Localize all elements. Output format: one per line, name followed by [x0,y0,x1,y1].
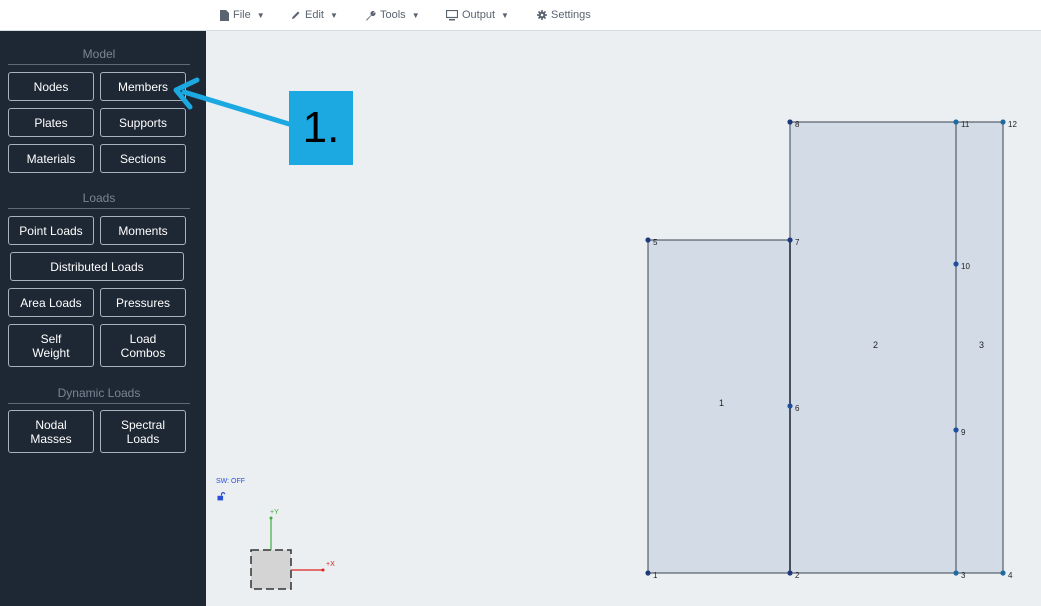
node-label: 9 [961,428,966,437]
node-12[interactable] [1000,119,1006,125]
plate-3[interactable] [955,121,1004,574]
node-7[interactable] [787,237,793,243]
self-weight-button[interactable]: Self Weight [8,324,94,367]
wrench-icon [366,10,376,21]
top-menu-bar: File ▼ Edit ▼ Tools ▼ Output ▼ Settings [0,0,1041,31]
axis-x-label: +X [326,561,335,568]
node-1[interactable] [645,570,651,576]
materials-button[interactable]: Materials [8,144,94,173]
self-weight-label-line1: Self [40,331,62,346]
monitor-icon [446,9,458,20]
area-loads-button[interactable]: Area Loads [8,288,94,317]
divider [8,208,190,209]
node-label: 2 [795,571,800,580]
node-label: 10 [961,262,970,271]
nodes-button[interactable]: Nodes [8,72,94,101]
menu-edit-label: Edit [305,9,324,21]
chevron-down-icon: ▼ [411,10,420,20]
axis-gizmo-box [250,549,292,590]
load-combos-button[interactable]: Load Combos [100,324,186,367]
section-title-dynamic-loads: Dynamic Loads [57,386,141,400]
load-combos-label-line1: Load [129,331,157,346]
node-label: 4 [1008,571,1013,580]
self-weight-status: SW: OFF [216,478,246,485]
node-label: 7 [795,238,800,247]
sections-button[interactable]: Sections [100,144,186,173]
menu-settings-label: Settings [551,9,591,21]
divider [8,403,190,404]
distributed-loads-button[interactable]: Distributed Loads [10,252,184,281]
menu-tools[interactable]: Tools ▼ [365,7,420,23]
menu-edit[interactable]: Edit ▼ [291,7,338,23]
node-label: 11 [961,120,970,129]
axis-x-tip [321,568,325,572]
node-11[interactable] [953,119,959,125]
section-title-model: Model [82,47,116,61]
point-loads-button[interactable]: Point Loads [8,216,94,245]
gear-icon [537,10,547,20]
plate-1[interactable] [647,239,791,574]
plate-label: 3 [979,340,984,350]
spectral-loads-label-line2: Loads [126,431,160,446]
spectral-loads-label-line1: Spectral [120,417,166,432]
step-callout-badge: 1. [289,91,353,165]
sidebar: Model Nodes Members Plates Supports Mate… [0,31,206,606]
members-button[interactable]: Members [100,72,186,101]
divider [8,64,190,65]
nodal-masses-label-line2: Masses [30,431,72,446]
menu-file-label: File [233,9,251,21]
pressures-button[interactable]: Pressures [100,288,186,317]
self-weight-label-line2: Weight [32,345,70,360]
file-icon [220,9,229,21]
node-label: 3 [961,571,966,580]
plate-2[interactable] [789,121,957,574]
pencil-icon [292,11,300,19]
nodal-masses-label-line1: Nodal [35,417,67,432]
unlock-icon[interactable] [217,492,226,501]
menu-settings[interactable]: Settings [537,7,591,23]
chevron-down-icon: ▼ [256,10,265,20]
node-3[interactable] [953,570,959,576]
menu-tools-label: Tools [380,9,406,21]
node-label: 6 [795,404,800,413]
node-label: 5 [653,238,658,247]
node-2[interactable] [787,570,793,576]
plate-label: 1 [719,398,724,408]
section-title-loads: Loads [82,191,116,205]
plate-label: 2 [873,340,878,350]
plates-button[interactable]: Plates [8,108,94,137]
spectral-loads-button[interactable]: Spectral Loads [100,410,186,453]
node-4[interactable] [1000,570,1006,576]
node-9[interactable] [953,427,959,433]
node-8[interactable] [787,119,793,125]
chevron-down-icon: ▼ [329,10,338,20]
chevron-down-icon: ▼ [501,10,509,20]
node-10[interactable] [953,261,959,267]
node-6[interactable] [787,403,793,409]
load-combos-label-line2: Combos [120,345,166,360]
moments-button[interactable]: Moments [100,216,186,245]
node-label: 12 [1008,120,1017,129]
menu-file[interactable]: File ▼ [220,7,265,23]
node-label: 1 [653,571,658,580]
node-5[interactable] [645,237,651,243]
supports-button[interactable]: Supports [100,108,186,137]
axis-y-label: +Y [270,509,279,516]
axis-y-tip [269,516,273,520]
nodal-masses-button[interactable]: Nodal Masses [8,410,94,453]
menu-output[interactable]: Output ▼ [446,7,509,23]
node-label: 8 [795,120,800,129]
menu-output-label: Output [462,9,496,21]
